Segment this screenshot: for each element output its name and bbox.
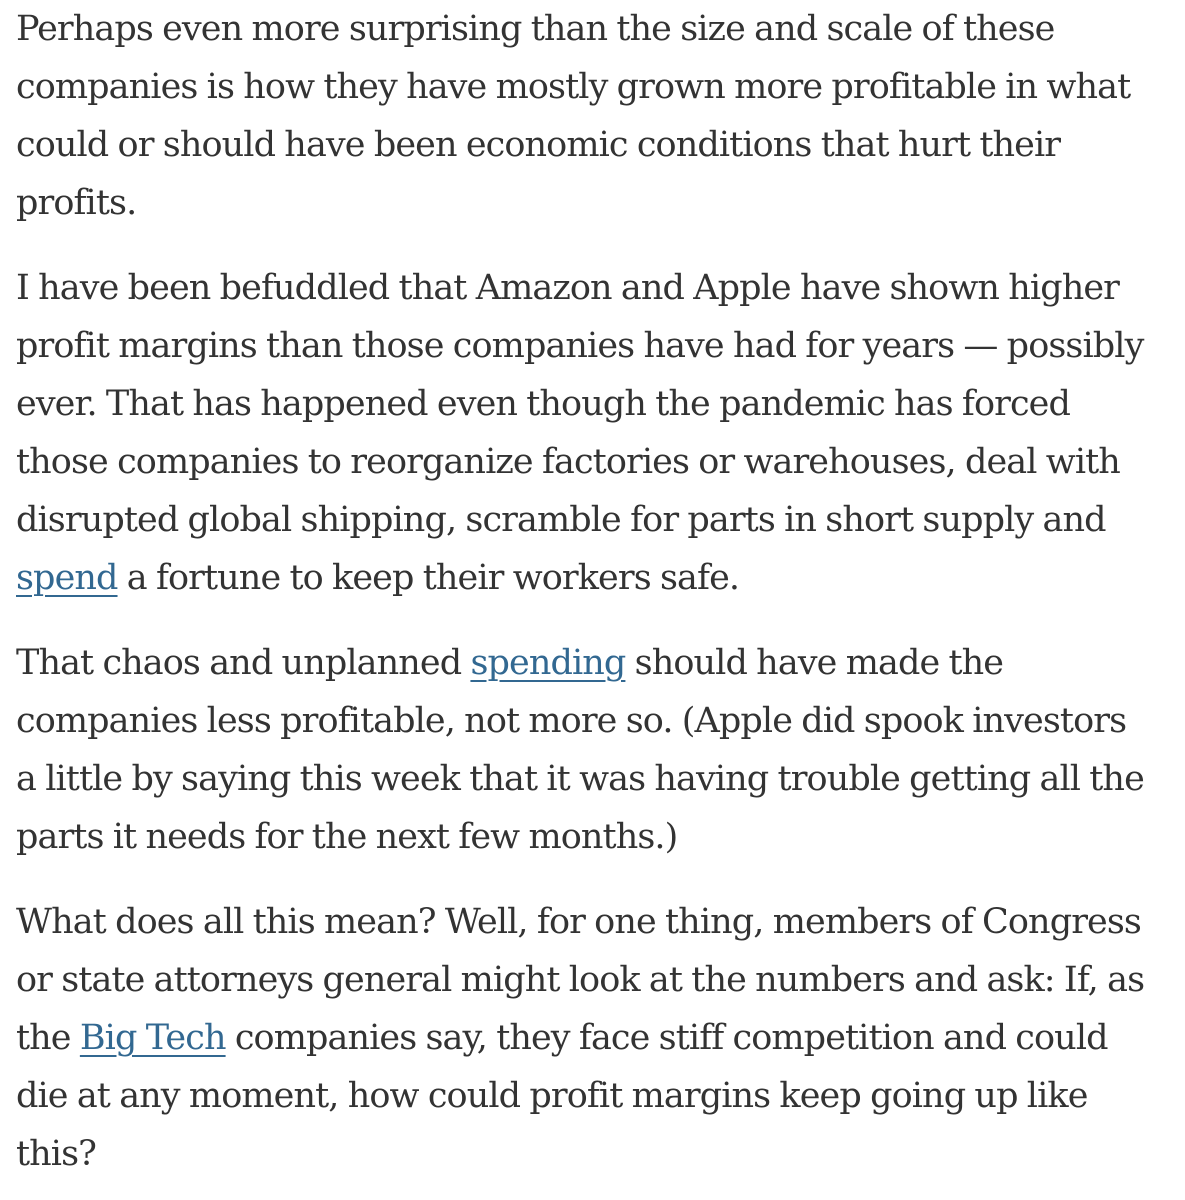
text-segment: companies say, they face stiff competiti… [225, 1018, 1109, 1058]
text-line: could or should have been economic condi… [16, 125, 1061, 165]
text-line: What does all this mean? Well, for one t… [16, 902, 1142, 942]
text-line: That chaos and unplanned spending should… [16, 634, 1181, 692]
paragraph-1: Perhaps even more surprising than the si… [16, 0, 1181, 232]
text-line: ever. That has happened even though the … [16, 384, 1071, 424]
text-line: die at any moment, how could profit marg… [16, 1076, 1088, 1116]
text-segment: the [16, 1018, 80, 1058]
text-line: disrupted global shipping, scramble for … [16, 500, 1107, 540]
text-segment: a fortune to keep their workers safe. [117, 558, 740, 598]
text-line: profits. [16, 183, 137, 223]
text-line: companies is how they have mostly grown … [16, 67, 1131, 107]
text-line: the Big Tech companies say, they face st… [16, 1009, 1181, 1067]
spend-link[interactable]: spend [16, 558, 118, 598]
text-line: this? [16, 1134, 97, 1174]
big-tech-link[interactable]: Big Tech [80, 1018, 227, 1058]
article-body: Perhaps even more surprising than the si… [16, 0, 1181, 1183]
text-line: spend a fortune to keep their workers sa… [16, 549, 1181, 607]
paragraph-3: That chaos and unplanned spending should… [16, 634, 1181, 866]
spending-link[interactable]: spending [470, 643, 626, 683]
text-segment: That chaos and unplanned [16, 643, 471, 683]
text-line: profit margins than those companies have… [16, 326, 1144, 366]
text-line: Perhaps even more surprising than the si… [16, 9, 1055, 49]
paragraph-2: I have been befuddled that Amazon and Ap… [16, 259, 1181, 607]
text-line: or state attorneys general might look at… [16, 960, 1145, 1000]
text-line: a little by saying this week that it was… [16, 759, 1145, 799]
text-line: parts it needs for the next few months.) [16, 817, 678, 857]
text-line: I have been befuddled that Amazon and Ap… [16, 268, 1120, 308]
text-segment: should have made the [625, 643, 1004, 683]
text-line: those companies to reorganize factories … [16, 442, 1121, 482]
paragraph-4: What does all this mean? Well, for one t… [16, 893, 1181, 1183]
text-line: companies less profitable, not more so. … [16, 701, 1127, 741]
